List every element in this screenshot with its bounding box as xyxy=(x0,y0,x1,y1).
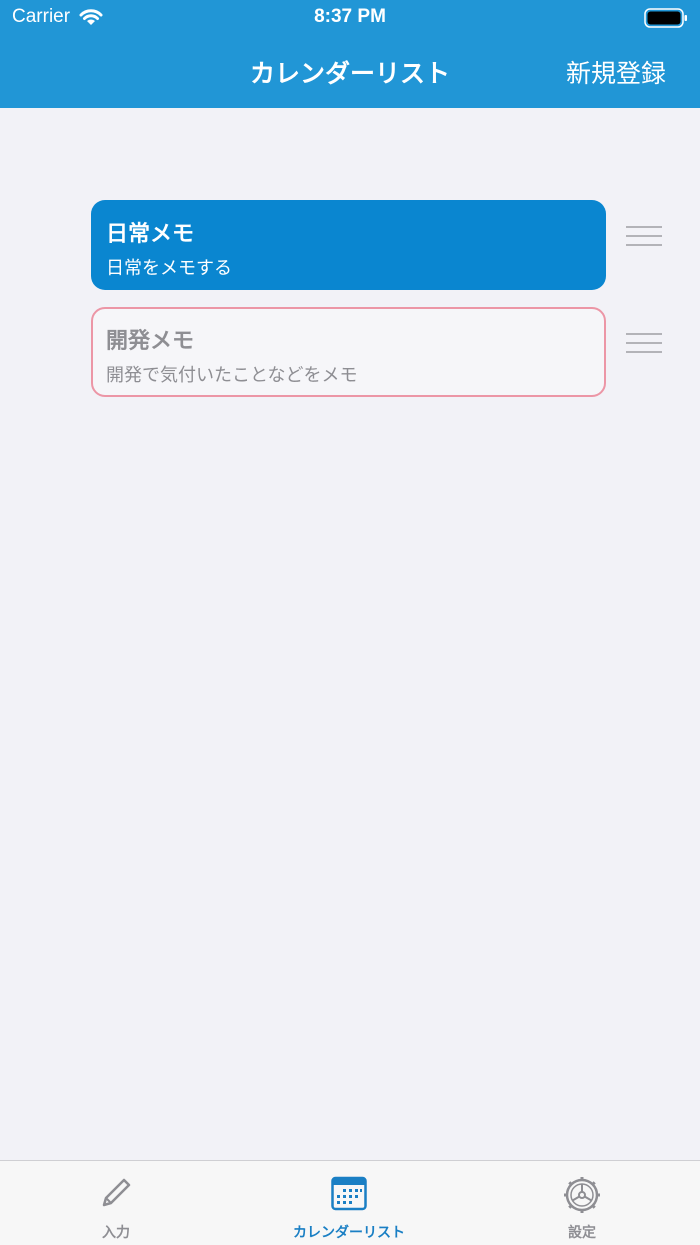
tab-bar: 入力 カレンダーリスト 設定 xyxy=(0,1160,700,1245)
tab-settings[interactable]: 設定 xyxy=(532,1161,632,1245)
gear-icon xyxy=(564,1177,600,1213)
reorder-handle-icon[interactable] xyxy=(626,226,662,246)
tab-label: 入力 xyxy=(102,1225,130,1241)
reorder-handle-icon[interactable] xyxy=(626,333,662,353)
calendar-title: 日常メモ xyxy=(106,222,195,247)
calendar-row-daily[interactable]: 日常メモ 日常をメモする xyxy=(91,200,606,290)
calendar-subtitle: 日常をメモする xyxy=(106,258,232,279)
calendar-icon xyxy=(331,1176,367,1211)
new-register-button[interactable]: 新規登録 xyxy=(566,54,666,90)
tab-input[interactable]: 入力 xyxy=(66,1161,166,1245)
status-bar: Carrier 8:37 PM xyxy=(0,0,700,36)
calendar-subtitle: 開発で気付いたことなどをメモ xyxy=(106,365,358,386)
tab-label: 設定 xyxy=(568,1225,596,1241)
calendar-title: 開発メモ xyxy=(106,329,195,354)
navigation-header: Carrier 8:37 PM カレンダーリスト 新規登録 xyxy=(0,0,700,108)
status-time: 8:37 PM xyxy=(314,6,386,27)
tab-calendar-list[interactable]: カレンダーリスト xyxy=(274,1161,424,1245)
calendar-row-dev[interactable]: 開発メモ 開発で気付いたことなどをメモ xyxy=(91,307,606,397)
battery-icon xyxy=(644,8,687,28)
pencil-icon xyxy=(102,1178,131,1207)
tab-label: カレンダーリスト xyxy=(293,1225,405,1241)
